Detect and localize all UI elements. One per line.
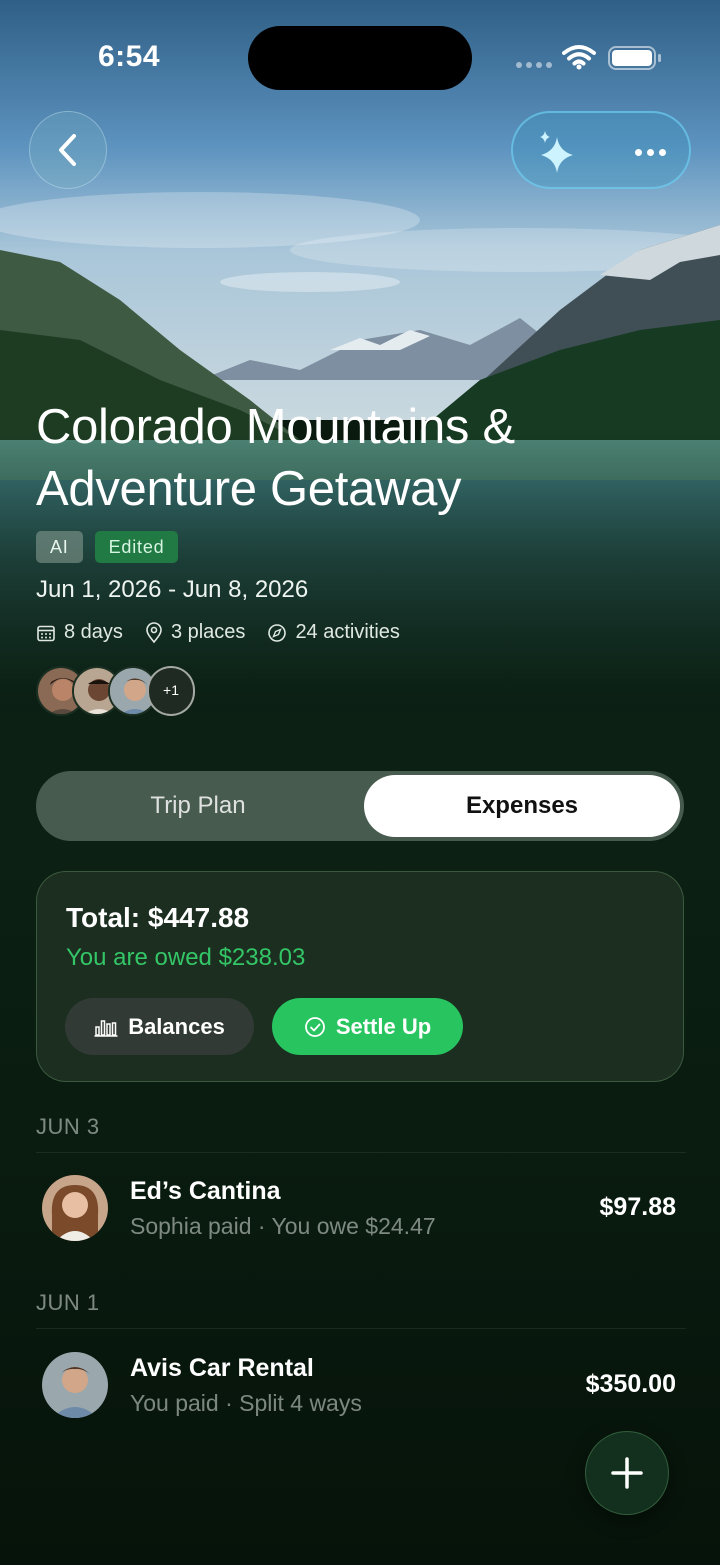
payer-avatar — [42, 1175, 108, 1241]
meta-places-label: 3 places — [170, 621, 246, 643]
dynamic-island — [248, 26, 472, 90]
expense-summary-card: Total: $447.88 You are owed $238.03 Bala… — [36, 871, 684, 1082]
expense-row[interactable]: Avis Car Rental You paid · Split 4 ways … — [36, 1340, 684, 1440]
check-circle-icon — [304, 1016, 325, 1037]
expense-subtitle: Sophia paid · You owe $24.47 — [130, 1213, 436, 1239]
edited-badge: Edited — [94, 531, 179, 563]
chevron-left-icon — [59, 134, 76, 166]
expense-amount: $97.88 — [599, 1193, 676, 1221]
battery-icon — [608, 46, 661, 70]
section-date-jun3: JUN 3 — [36, 1114, 100, 1139]
location-pin-icon — [146, 621, 162, 643]
add-expense-button[interactable] — [585, 1431, 669, 1515]
balances-label: Balances — [128, 1013, 225, 1039]
settle-up-button[interactable]: Settle Up — [272, 998, 463, 1055]
divider — [36, 1328, 686, 1329]
ellipsis-icon — [634, 148, 642, 156]
section-date-jun1: JUN 1 — [36, 1290, 100, 1315]
view-tabs: Trip Plan Expenses — [36, 771, 684, 841]
more-options-button[interactable] — [625, 127, 675, 177]
back-button[interactable] — [29, 111, 107, 189]
wifi-icon — [562, 44, 596, 75]
payer-avatar — [42, 1352, 108, 1418]
ai-badge: AI — [36, 531, 83, 563]
meta-days: 8 days — [36, 621, 123, 644]
cellular-signal-icon — [516, 62, 552, 68]
expense-amount: $350.00 — [585, 1370, 676, 1398]
sparkles-icon — [540, 131, 573, 173]
expense-title: Ed’s Cantina — [130, 1177, 281, 1205]
balances-button[interactable]: Balances — [65, 998, 254, 1055]
tab-expenses[interactable]: Expenses — [364, 775, 680, 837]
ai-assist-button[interactable] — [533, 127, 583, 177]
trip-meta: 8 days 3 places 24 activities — [36, 621, 422, 644]
meta-activities-label: 24 activities — [295, 621, 400, 643]
owed-amount: You are owed $238.03 — [66, 944, 306, 971]
expense-total: Total: $447.88 — [66, 902, 250, 933]
divider — [36, 1152, 686, 1153]
expense-title: Avis Car Rental — [130, 1354, 314, 1382]
meta-days-label: 8 days — [64, 621, 123, 643]
trip-title: Colorado Mountains & Adventure Getaway — [36, 400, 515, 516]
meta-places: 3 places — [145, 621, 246, 644]
bar-chart-icon — [94, 1019, 118, 1037]
compass-icon — [268, 623, 287, 642]
trip-detail-screen: 6:54 Colorado Mountains & Adventure Geta… — [0, 0, 720, 1565]
calendar-icon — [37, 625, 55, 641]
header-actions — [511, 111, 691, 189]
tab-trip-plan[interactable]: Trip Plan — [36, 771, 360, 841]
status-time: 6:54 — [98, 40, 161, 73]
plus-icon — [611, 1457, 643, 1489]
expense-row[interactable]: Ed’s Cantina Sophia paid · You owe $24.4… — [36, 1163, 684, 1263]
trip-badges: AI Edited — [36, 531, 179, 563]
meta-activities: 24 activities — [267, 621, 400, 644]
settle-up-label: Settle Up — [335, 1013, 432, 1039]
more-members-count: +1 — [147, 666, 195, 716]
expense-subtitle: You paid · Split 4 ways — [130, 1390, 362, 1416]
trip-dates: Jun 1, 2026 - Jun 8, 2026 — [36, 576, 309, 603]
